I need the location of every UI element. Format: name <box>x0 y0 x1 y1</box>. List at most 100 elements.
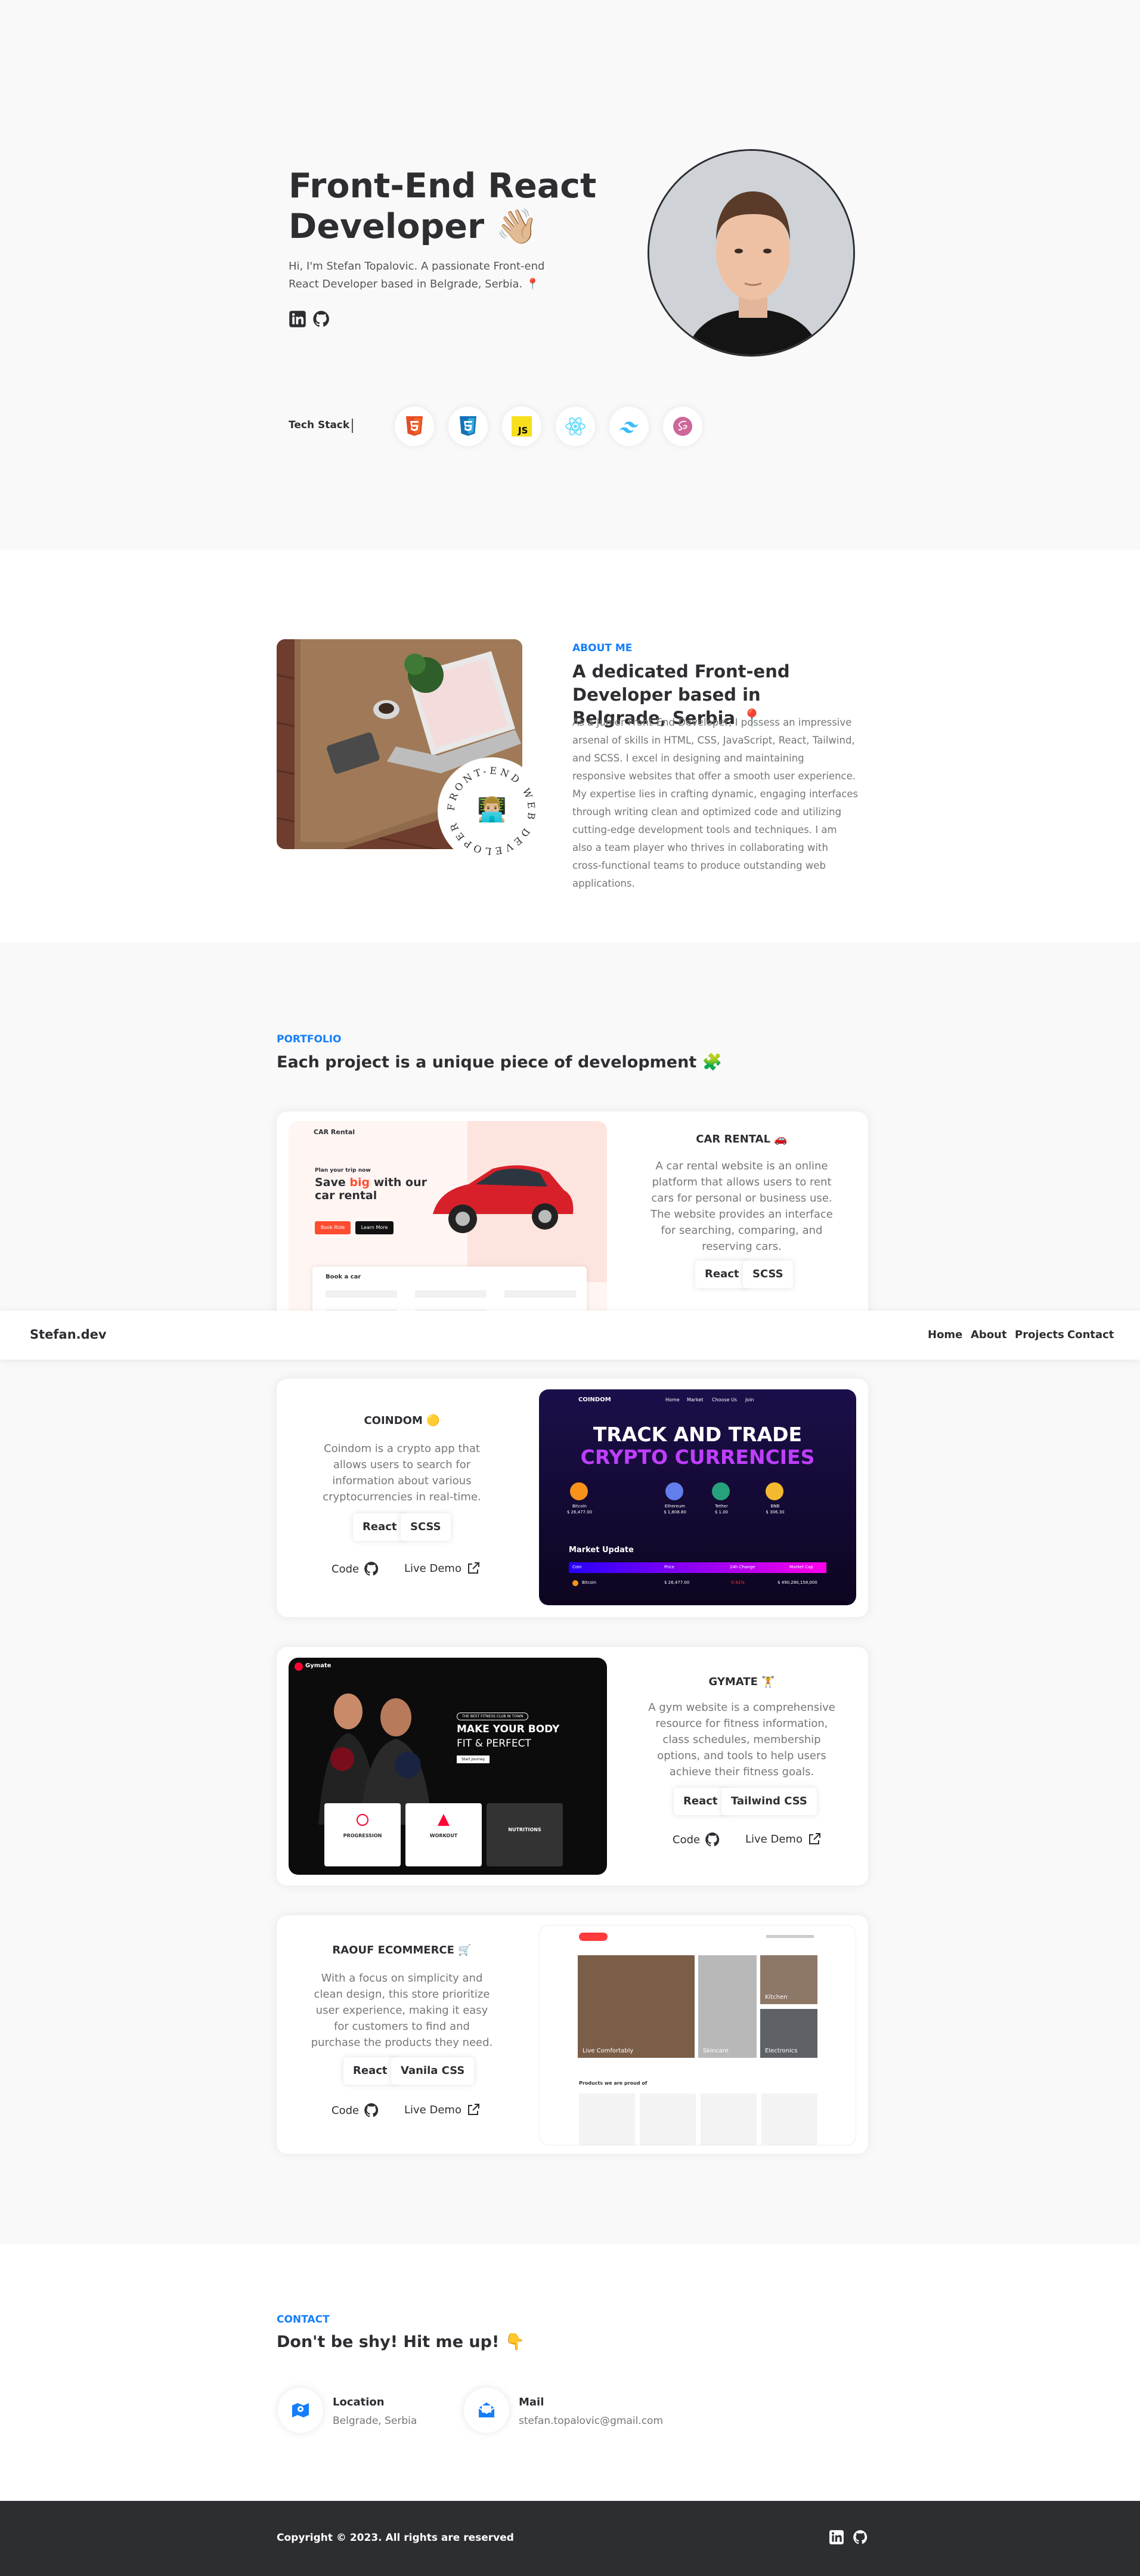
footer: Copyright © 2023. All rights are reserve… <box>0 2501 1140 2576</box>
code-link[interactable]: Code <box>673 1832 720 1847</box>
hero-intro: Hi, I'm Stefan Topalovic. A passionate F… <box>289 260 545 290</box>
market-row: Bitcoin $ 26,477.00 -0.91% $ 490,280,158… <box>569 1578 826 1589</box>
coin-name: BNB <box>770 1504 780 1509</box>
tech-tag: SCSS <box>743 1261 793 1288</box>
coindom-nav-choose: Choose Us <box>712 1397 738 1402</box>
gymate-card-title: NUTRITIONS <box>508 1827 541 1832</box>
nav-contact[interactable]: Contact <box>1067 1329 1114 1341</box>
tile-label: Live Comfortably <box>583 2048 634 2054</box>
code-label: Code <box>332 1562 360 1575</box>
market-table-header: Coin Price 24h Change Market Cap <box>569 1562 826 1573</box>
market-col: Price <box>664 1565 675 1569</box>
portfolio-heading: Each project is a unique piece of develo… <box>277 1053 723 1072</box>
location-label: Location <box>333 2396 385 2408</box>
external-link-icon <box>467 2104 479 2115</box>
live-demo-link[interactable]: Live Demo <box>404 2103 481 2117</box>
site-logo[interactable]: Stefan.dev <box>30 1327 107 1342</box>
market-cell: $ 26,477.00 <box>664 1580 690 1585</box>
market-col: Market Cap <box>789 1565 813 1569</box>
car-rental-book-button: Book Ride <box>315 1221 351 1234</box>
github-icon[interactable] <box>312 310 330 328</box>
progression-icon <box>357 1814 368 1826</box>
market-cell: -0.91% <box>730 1580 745 1585</box>
red-car-image <box>433 1165 574 1233</box>
github-icon <box>364 2103 379 2117</box>
live-demo-link[interactable]: Live Demo <box>404 1561 481 1575</box>
gymate-pill: THE BEST FITNESS CLUB IN TOWN <box>457 1713 529 1720</box>
mail-icon[interactable] <box>464 2388 509 2433</box>
about-eyebrow: ABOUT ME <box>572 642 633 654</box>
gymate-card-workout: WORKOUT <box>405 1803 482 1866</box>
code-label: Code <box>332 2104 360 2117</box>
project-card-coindom: COINDOM 🟡 Coindom is a crypto app that a… <box>277 1379 868 1617</box>
javascript-icon: JS <box>502 407 541 446</box>
product-card <box>579 2094 635 2145</box>
about-body: As a Junior Front-End Developer, I posse… <box>572 717 859 889</box>
coin-name: Bitcoin <box>572 1504 587 1509</box>
ethereum-icon <box>665 1482 683 1500</box>
coin-price: $ 306.30 <box>766 1510 785 1515</box>
gymate-card-progression: PROGRESSION <box>324 1803 401 1866</box>
github-icon <box>705 1832 720 1847</box>
coindom-nav-home: Home <box>665 1397 680 1402</box>
github-icon[interactable] <box>853 2529 868 2545</box>
nav-home[interactable]: Home <box>928 1329 962 1341</box>
product-card <box>640 2094 696 2145</box>
live-demo-link[interactable]: Live Demo <box>745 1832 822 1846</box>
products-label: Products we are proud of <box>579 2080 648 2086</box>
top-navbar: Stefan.dev Home About Projects Contact <box>0 1311 1140 1360</box>
mail-value[interactable]: stefan.topalovic@gmail.com <box>519 2415 663 2427</box>
market-cell: $ 490,280,158,000 <box>777 1580 817 1585</box>
product-card <box>701 2094 757 2145</box>
coin-price: $ 1.00 <box>714 1510 729 1515</box>
coin-price: $ 1,808.80 <box>664 1510 686 1515</box>
project-description: With a focus on simplicity and clean des… <box>311 1972 493 2049</box>
code-link[interactable]: Code <box>332 2103 379 2118</box>
code-link[interactable]: Code <box>332 1561 379 1577</box>
gymate-card-title: WORKOUT <box>429 1833 458 1838</box>
coin-name: Tether <box>715 1504 728 1509</box>
ecommerce-screenshot[interactable]: Live Comfortably Skincare Kitchen Electr… <box>539 1925 856 2145</box>
bitcoin-icon <box>570 1482 588 1500</box>
tech-stack-label: Tech Stack <box>289 419 350 431</box>
tech-tag: React <box>353 1513 407 1541</box>
linkedin-icon[interactable] <box>289 310 306 328</box>
market-update-title: Market Update <box>569 1546 634 1555</box>
nav-projects[interactable]: Projects <box>1015 1329 1064 1341</box>
gymate-headline-2: FIT & PERFECT <box>457 1738 531 1750</box>
tailwind-icon <box>609 407 649 446</box>
car-rental-learn-button: Learn More <box>355 1221 394 1234</box>
tech-tag: Tailwind CSS <box>721 1788 817 1815</box>
ecommerce-tile-electronics: Electronics <box>760 2009 817 2058</box>
tech-tag: React <box>674 1788 727 1815</box>
coindom-nav-join: Join <box>745 1397 754 1402</box>
react-icon <box>556 407 595 446</box>
coindom-brand: COINDOM <box>578 1397 611 1403</box>
contact-eyebrow: CONTACT <box>277 2314 330 2326</box>
coindom-screenshot[interactable]: COINDOM Home Market Choose Us Join TRACK… <box>539 1389 856 1605</box>
linkedin-icon[interactable] <box>829 2529 844 2545</box>
contact-section: CONTACT Don't be shy! Hit me up! 👇 Locat… <box>0 2244 1140 2501</box>
external-link-icon <box>467 1562 479 1574</box>
coin-name: Ethereum <box>664 1504 686 1509</box>
tile-label: Skincare <box>703 2048 729 2054</box>
nav-about[interactable]: About <box>971 1329 1007 1341</box>
portfolio-eyebrow: PORTFOLIO <box>277 1033 342 1045</box>
form-field <box>504 1290 576 1298</box>
gymate-card-nutritions: NUTRITIONS <box>487 1803 563 1866</box>
tile-label: Electronics <box>765 2048 798 2054</box>
hero-section: Front-End React Developer 👋🏼 Hi, I'm Ste… <box>0 0 1140 550</box>
project-title: CAR RENTAL 🚗 <box>696 1133 788 1145</box>
html5-icon <box>395 407 434 446</box>
sass-icon <box>663 407 702 446</box>
market-col: 24h Change <box>730 1565 755 1569</box>
live-demo-label: Live Demo <box>745 1832 803 1846</box>
css3-icon <box>448 407 488 446</box>
mail-label: Mail <box>519 2396 544 2408</box>
gymate-screenshot[interactable]: Gymate THE BEST FITNESS CLUB IN TOWN MAK… <box>289 1658 607 1875</box>
car-rental-screenshot[interactable]: CAR Rental Plan your trip now Save big w… <box>289 1121 607 1342</box>
gymate-athletes-image <box>318 1693 432 1825</box>
ecommerce-nav <box>766 1935 814 1938</box>
project-description: Coindom is a crypto app that allows user… <box>323 1442 481 1503</box>
coin-price: $ 26,477.00 <box>566 1510 593 1515</box>
